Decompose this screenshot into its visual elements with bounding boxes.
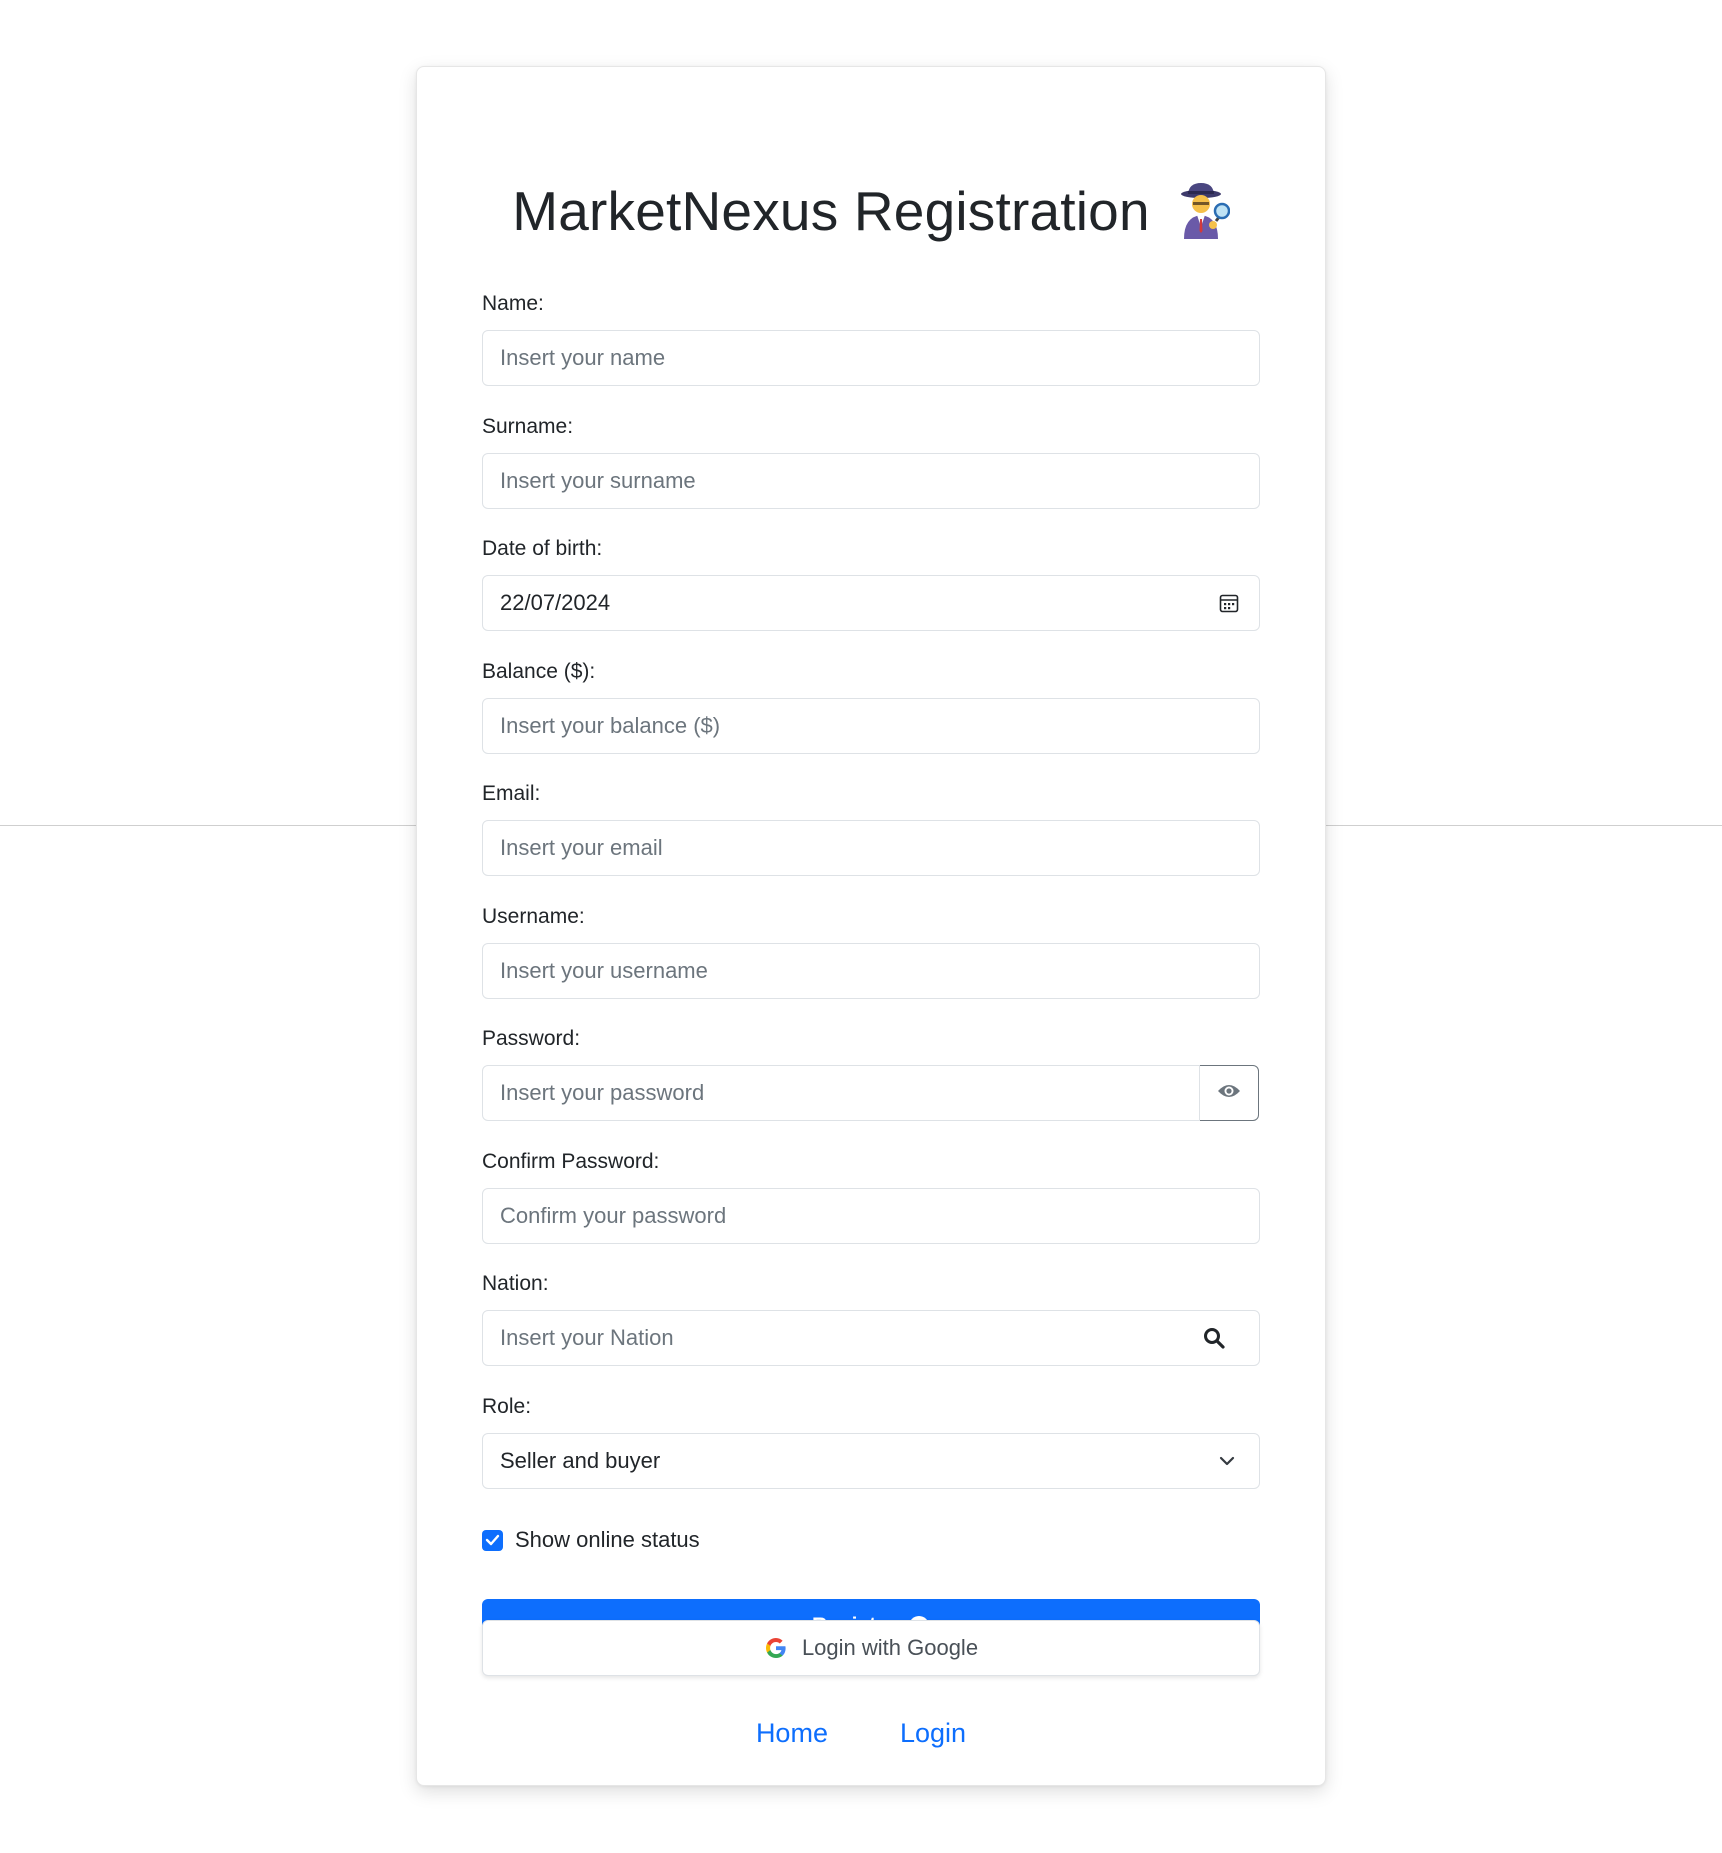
name-placeholder: Insert your name xyxy=(500,345,666,370)
name-input[interactable]: Insert your name xyxy=(482,330,1260,386)
password-placeholder: Insert your password xyxy=(500,1080,705,1105)
password-group: Password: Insert your password xyxy=(482,1024,1260,1147)
dob-group: Date of birth: 22/07/2024 xyxy=(482,534,1260,657)
google-login-label: Login with Google xyxy=(801,1635,979,1660)
online-status-label: Show online status xyxy=(515,1527,700,1552)
google-login-button[interactable]: Login with Google xyxy=(482,1620,1260,1676)
surname-label: Surname: xyxy=(482,414,574,438)
password-label: Password: xyxy=(482,1027,581,1050)
balance-group: Balance ($): Insert your balance ($) xyxy=(482,657,1260,780)
surname-input[interactable]: Insert your surname xyxy=(482,452,1260,509)
balance-label: Balance ($): xyxy=(482,659,596,683)
email-placeholder: Insert your email xyxy=(500,835,663,860)
name-label: Name: xyxy=(482,292,544,315)
surname-group: Surname: Insert your surname xyxy=(482,412,1260,535)
nation-label: Nation: xyxy=(482,1272,549,1295)
role-label: Role: xyxy=(482,1394,532,1418)
dob-label: Date of birth: xyxy=(482,537,603,560)
username-label: Username: xyxy=(482,904,585,928)
google-icon xyxy=(764,1636,788,1660)
email-label: Email: xyxy=(482,782,541,805)
role-select[interactable]: Seller and buyer xyxy=(482,1432,1260,1489)
home-link[interactable]: Home xyxy=(756,1718,828,1749)
role-group: Role: Seller and buyer xyxy=(482,1392,1260,1515)
confirm-password-placeholder: Confirm your password xyxy=(500,1202,727,1228)
username-input[interactable]: Insert your username xyxy=(482,942,1260,999)
confirm-password-label: Confirm Password: xyxy=(482,1149,660,1173)
nation-input[interactable]: Insert your Nation xyxy=(482,1310,1260,1366)
dob-value: 22/07/2024 xyxy=(500,590,611,615)
online-status-row: Show online status xyxy=(482,1527,700,1553)
footer-links: Home Login xyxy=(0,1718,1722,1749)
username-group: Username: Insert your username xyxy=(482,902,1260,1025)
email-group: Email: Insert your email xyxy=(482,779,1260,902)
online-status-checkbox[interactable] xyxy=(482,1529,503,1551)
registration-card: MarketNexus Registration Name: Insert yo… xyxy=(416,66,1326,1786)
role-selected-value: Seller and buyer xyxy=(500,1447,661,1473)
username-placeholder: Insert your username xyxy=(500,957,708,983)
dob-input[interactable]: 22/07/2024 xyxy=(482,575,1260,631)
nation-placeholder: Insert your Nation xyxy=(500,1325,674,1350)
page-title: MarketNexus Registration xyxy=(417,179,1325,243)
confirm-password-group: Confirm Password: Confirm your password xyxy=(482,1147,1260,1270)
name-group: Name: Insert your name xyxy=(482,289,1260,412)
chevron-down-icon xyxy=(1219,1456,1235,1466)
page-title-text: MarketNexus Registration xyxy=(512,180,1150,242)
nation-group: Nation: Insert your Nation xyxy=(482,1269,1260,1392)
login-link[interactable]: Login xyxy=(900,1718,966,1749)
balance-input[interactable]: Insert your balance ($) xyxy=(482,697,1260,754)
confirm-password-input[interactable]: Confirm your password xyxy=(482,1187,1260,1244)
calendar-icon[interactable] xyxy=(1219,593,1239,613)
balance-placeholder: Insert your balance ($) xyxy=(500,712,721,738)
registration-form: Name: Insert your name Surname: Insert y… xyxy=(482,289,1260,1514)
toggle-password-button[interactable] xyxy=(1199,1065,1259,1121)
email-input[interactable]: Insert your email xyxy=(482,820,1260,876)
spy-emoji-icon xyxy=(1176,181,1230,241)
password-input[interactable]: Insert your password xyxy=(482,1065,1200,1121)
password-input-group: Insert your password xyxy=(482,1065,1260,1121)
surname-placeholder: Insert your surname xyxy=(500,467,696,493)
search-icon[interactable] xyxy=(1203,1327,1225,1349)
eye-icon xyxy=(1217,1082,1241,1105)
